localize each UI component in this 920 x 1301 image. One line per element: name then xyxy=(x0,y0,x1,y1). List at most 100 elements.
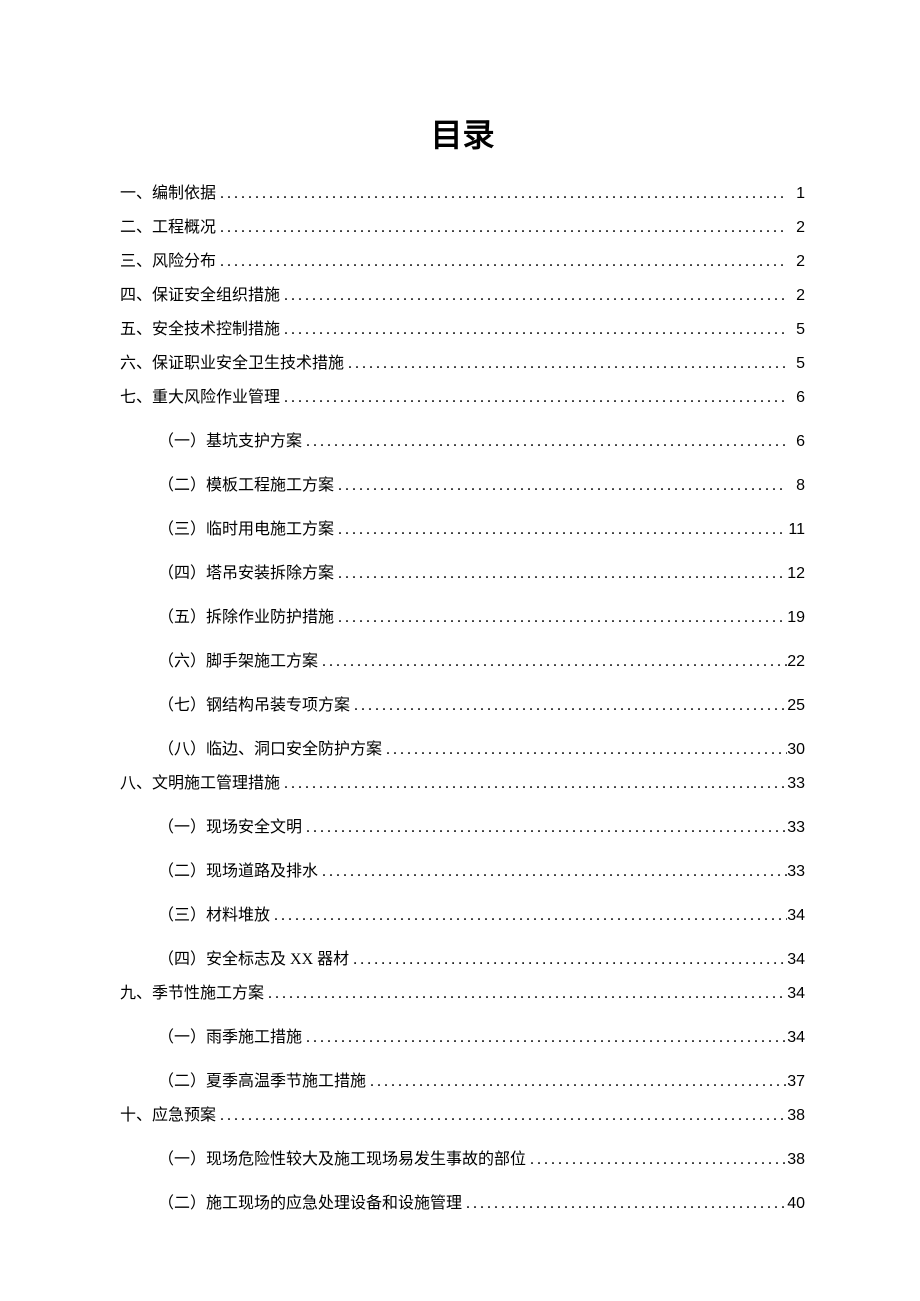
toc-number: 三、 xyxy=(120,254,152,270)
toc-page-number: 33 xyxy=(787,864,805,880)
toc-leader-dots xyxy=(216,186,787,202)
toc-number: （二） xyxy=(158,478,206,494)
toc-number: （二） xyxy=(158,1196,206,1212)
toc-entry: （二）施工现场的应急处理设备和设施管理 40 xyxy=(120,1196,805,1212)
toc-number: 四、 xyxy=(120,288,152,304)
toc-page-number: 6 xyxy=(787,434,805,450)
toc-entry: 二、工程概况 2 xyxy=(120,220,805,236)
toc-entry: （三）材料堆放34 xyxy=(120,908,805,924)
toc-text: 雨季施工措施 xyxy=(206,1030,302,1046)
toc-text: 脚手架施工方案 xyxy=(206,654,318,670)
toc-entry: 十、应急预案38 xyxy=(120,1108,805,1124)
toc-entry: （二）现场道路及排水 33 xyxy=(120,864,805,880)
toc-entry: 一、编制依据 1 xyxy=(120,186,805,202)
toc-leader-dots xyxy=(334,610,787,626)
toc-leader-dots xyxy=(349,952,787,968)
toc-page-number: 5 xyxy=(787,322,805,338)
toc-number: （四） xyxy=(158,566,206,582)
toc-entry: （一）雨季施工措施 34 xyxy=(120,1030,805,1046)
toc-number: 七、 xyxy=(120,390,152,406)
toc-text: 应急预案 xyxy=(152,1108,216,1124)
toc-entry: （四）安全标志及 XX 器材 34 xyxy=(120,952,805,968)
toc-number: （一） xyxy=(158,1030,206,1046)
toc-page-number: 12 xyxy=(787,566,805,582)
toc-page-number: 40 xyxy=(787,1196,805,1212)
toc-page-number: 25 xyxy=(787,698,805,714)
toc-leader-dots xyxy=(318,864,787,880)
toc-entry: 七、重大风险作业管理 6 xyxy=(120,390,805,406)
toc-text: 施工现场的应急处理设备和设施管理 xyxy=(206,1196,462,1212)
toc-page-number: 30 xyxy=(787,742,805,758)
toc-leader-dots xyxy=(270,908,787,924)
toc-text: 现场道路及排水 xyxy=(206,864,318,880)
toc-entry: 三、风险分布2 xyxy=(120,254,805,270)
toc-text: 重大风险作业管理 xyxy=(152,390,280,406)
toc-number: （八） xyxy=(158,742,206,758)
toc-number: （二） xyxy=(158,1074,206,1090)
toc-page-number: 33 xyxy=(787,820,805,836)
toc-number: （六） xyxy=(158,654,206,670)
toc-page-number: 34 xyxy=(787,952,805,968)
toc-leader-dots xyxy=(216,1108,787,1124)
toc-page-number: 38 xyxy=(787,1152,805,1168)
toc-page-number: 2 xyxy=(787,220,805,236)
toc-number: 八、 xyxy=(120,776,152,792)
toc-leader-dots xyxy=(280,776,787,792)
toc-text: 风险分布 xyxy=(152,254,216,270)
toc-entry: 六、保证职业安全卫生技术措施5 xyxy=(120,356,805,372)
toc-entry: （一）现场危险性较大及施工现场易发生事故的部位38 xyxy=(120,1152,805,1168)
toc-entry: （七）钢结构吊装专项方案25 xyxy=(120,698,805,714)
toc-leader-dots xyxy=(334,566,787,582)
toc-number: （三） xyxy=(158,522,206,538)
toc-text: 安全标志及 XX 器材 xyxy=(206,952,349,968)
toc-entry: （一）现场安全文明33 xyxy=(120,820,805,836)
toc-entry: （五）拆除作业防护措施19 xyxy=(120,610,805,626)
table-of-contents: 一、编制依据 1 二、工程概况 2 三、风险分布2 四、保证安全组织措施 2 五、安全技术控制… xyxy=(120,186,805,1212)
toc-page-number: 1 xyxy=(787,186,805,202)
toc-entry: （六）脚手架施工方案 22 xyxy=(120,654,805,670)
toc-leader-dots xyxy=(334,478,787,494)
toc-text: 保证安全组织措施 xyxy=(152,288,280,304)
toc-number: （一） xyxy=(158,434,206,450)
toc-text: 夏季高温季节施工措施 xyxy=(206,1074,366,1090)
toc-page-number: 8 xyxy=(787,478,805,494)
toc-entry: （二）夏季高温季节施工措施 37 xyxy=(120,1074,805,1090)
toc-leader-dots xyxy=(344,356,787,372)
toc-entry: 五、安全技术控制措施5 xyxy=(120,322,805,338)
toc-leader-dots xyxy=(216,254,787,270)
toc-text: 拆除作业防护措施 xyxy=(206,610,334,626)
toc-number: 九、 xyxy=(120,986,152,1002)
toc-page-number: 22 xyxy=(787,654,805,670)
toc-leader-dots xyxy=(334,522,787,538)
toc-entry: （二）模板工程施工方案8 xyxy=(120,478,805,494)
toc-page-number: 34 xyxy=(787,1030,805,1046)
toc-text: 塔吊安装拆除方案 xyxy=(206,566,334,582)
toc-leader-dots xyxy=(264,986,787,1002)
toc-page-number: 5 xyxy=(787,356,805,372)
toc-number: 二、 xyxy=(120,220,152,236)
toc-leader-dots xyxy=(318,654,787,670)
toc-entry: 九、季节性施工方案34 xyxy=(120,986,805,1002)
toc-page-number: 6 xyxy=(787,390,805,406)
toc-leader-dots xyxy=(382,742,787,758)
toc-text: 钢结构吊装专项方案 xyxy=(206,698,350,714)
toc-page-number: 33 xyxy=(787,776,805,792)
toc-page-number: 37 xyxy=(787,1074,805,1090)
toc-entry: （三）临时用电施工方案11 xyxy=(120,522,805,538)
toc-page-number: 34 xyxy=(787,908,805,924)
toc-text: 编制依据 xyxy=(152,186,216,202)
toc-leader-dots xyxy=(302,820,787,836)
toc-number: （五） xyxy=(158,610,206,626)
toc-entry: 八、文明施工管理措施 33 xyxy=(120,776,805,792)
toc-number: （一） xyxy=(158,820,206,836)
toc-number: 一、 xyxy=(120,186,152,202)
toc-number: （四） xyxy=(158,952,206,968)
toc-leader-dots xyxy=(366,1074,787,1090)
toc-number: 五、 xyxy=(120,322,152,338)
toc-number: （二） xyxy=(158,864,206,880)
toc-number: 十、 xyxy=(120,1108,152,1124)
toc-number: （一） xyxy=(158,1152,206,1168)
toc-text: 工程概况 xyxy=(152,220,216,236)
toc-text: 文明施工管理措施 xyxy=(152,776,280,792)
toc-leader-dots xyxy=(350,698,787,714)
